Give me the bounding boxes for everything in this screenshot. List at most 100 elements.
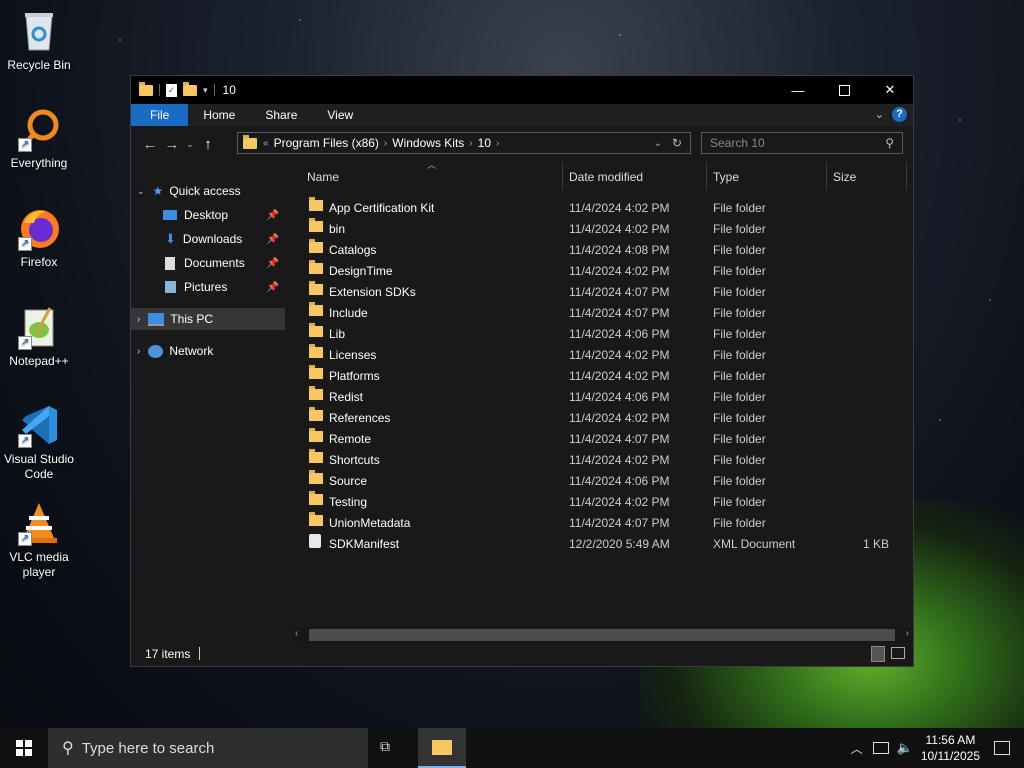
expand-ribbon-icon[interactable]: ⌄ — [875, 108, 884, 121]
column-size[interactable]: Size — [827, 162, 907, 190]
sidebar-item-this-pc[interactable]: › This PC — [131, 308, 285, 330]
minimize-button[interactable]: — — [775, 76, 821, 104]
taskbar-file-explorer[interactable] — [418, 728, 466, 768]
table-row[interactable]: Catalogs 11/4/2024 4:08 PM File folder — [303, 239, 903, 260]
taskbar-search-box[interactable]: ⚲ Type here to search — [48, 728, 368, 768]
desktop-icon-notepadpp[interactable]: ↗ Notepad++ — [2, 304, 76, 369]
address-bar[interactable]: « Program Files (x86) › Windows Kits › 1… — [237, 132, 691, 154]
table-row[interactable]: References 11/4/2024 4:02 PM File folder — [303, 407, 903, 428]
up-icon[interactable]: ↑ — [197, 136, 219, 153]
file-date: 11/4/2024 4:06 PM — [569, 390, 670, 404]
chevron-right-icon[interactable]: › — [496, 138, 499, 149]
table-row[interactable]: SDKManifest 12/2/2020 5:49 AM XML Document… — [303, 533, 903, 554]
desktop-icon-recycle-bin[interactable]: Recycle Bin — [2, 8, 76, 73]
refresh-icon[interactable]: ↻ — [672, 136, 682, 150]
table-row[interactable]: Licenses 11/4/2024 4:02 PM File folder — [303, 344, 903, 365]
file-name: Licenses — [329, 348, 377, 362]
column-name[interactable]: Name — [301, 162, 563, 190]
scroll-left-icon[interactable]: ‹ — [295, 628, 298, 639]
sidebar-item-label: Downloads — [182, 232, 243, 246]
breadcrumb-10[interactable]: 10 — [478, 136, 491, 150]
forward-icon[interactable]: → — [161, 136, 183, 153]
scroll-right-icon[interactable]: › — [906, 628, 909, 639]
file-date: 11/4/2024 4:02 PM — [569, 201, 670, 215]
system-tray: ︿ 🔈 11:56 AM 10/11/2025 — [851, 728, 1024, 768]
chevron-right-icon[interactable]: › — [137, 346, 140, 357]
sidebar-item-downloads[interactable]: ⬇ Downloads 📌 — [131, 228, 285, 250]
sidebar-item-pictures[interactable]: Pictures 📌 — [131, 276, 285, 298]
desktop-icon-firefox[interactable]: ↗ Firefox — [2, 205, 76, 270]
task-view-icon[interactable]: ⧉ — [380, 738, 402, 758]
back-icon[interactable]: ← — [139, 136, 161, 153]
notifications-icon[interactable] — [994, 741, 1010, 755]
breadcrumb-program-files[interactable]: Program Files (x86) — [274, 136, 379, 150]
table-row[interactable]: Include 11/4/2024 4:07 PM File folder — [303, 302, 903, 323]
table-row[interactable]: Remote 11/4/2024 4:07 PM File folder — [303, 428, 903, 449]
desktop-icon-everything[interactable]: ↗ Everything — [2, 106, 76, 171]
network-icon — [148, 344, 164, 358]
table-row[interactable]: Redist 11/4/2024 4:06 PM File folder — [303, 386, 903, 407]
clock[interactable]: 11:56 AM 10/11/2025 — [921, 732, 980, 764]
scrollbar-thumb[interactable] — [309, 629, 895, 641]
file-name: Catalogs — [329, 243, 377, 257]
table-row[interactable]: Extension SDKs 11/4/2024 4:07 PM File fold… — [303, 281, 903, 302]
file-type: File folder — [713, 348, 766, 362]
details-view-icon[interactable] — [871, 646, 885, 662]
network-status-icon[interactable] — [872, 742, 889, 754]
column-type[interactable]: Type — [707, 162, 827, 190]
table-row[interactable]: bin 11/4/2024 4:02 PM File folder — [303, 218, 903, 239]
chevron-down-icon[interactable]: ⌄ — [137, 186, 145, 197]
file-date: 11/4/2024 4:07 PM — [569, 516, 670, 530]
column-date-modified[interactable]: Date modified — [563, 162, 707, 190]
properties-icon[interactable]: ✓ — [166, 83, 177, 97]
pin-icon[interactable]: 📌 — [267, 210, 279, 221]
table-row[interactable]: Lib 11/4/2024 4:06 PM File folder — [303, 323, 903, 344]
tab-view[interactable]: View — [312, 104, 368, 126]
chevron-right-icon[interactable]: › — [137, 314, 140, 325]
file-list: ︿ Name Date modified Type Size App Certi… — [291, 160, 913, 642]
search-box[interactable]: Search 10 ⚲ — [701, 132, 903, 154]
file-type: File folder — [713, 201, 766, 215]
help-icon[interactable]: ? — [892, 107, 907, 122]
maximize-button[interactable] — [821, 76, 867, 104]
table-row[interactable]: App Certification Kit 11/4/2024 4:02 PM Fi… — [303, 197, 903, 218]
new-folder-icon[interactable] — [183, 81, 197, 96]
shortcut-arrow-icon: ↗ — [18, 138, 32, 152]
customize-toolbar-icon[interactable]: ▾ — [203, 85, 208, 96]
sidebar-item-network[interactable]: › Network — [131, 340, 285, 362]
table-row[interactable]: Testing 11/4/2024 4:02 PM File folder — [303, 491, 903, 512]
chevron-right-icon[interactable]: › — [384, 138, 387, 149]
tab-file[interactable]: File — [131, 104, 189, 126]
pin-icon[interactable]: 📌 — [267, 258, 279, 269]
volume-muted-icon[interactable]: 🔈 — [897, 740, 913, 756]
show-hidden-icons-icon[interactable]: ︿ — [851, 740, 863, 757]
table-row[interactable]: Shortcuts 11/4/2024 4:02 PM File folder — [303, 449, 903, 470]
file-date: 11/4/2024 4:02 PM — [569, 369, 670, 383]
file-type: File folder — [713, 516, 766, 530]
table-row[interactable]: Platforms 11/4/2024 4:02 PM File folder — [303, 365, 903, 386]
table-row[interactable]: DesignTime 11/4/2024 4:02 PM File folder — [303, 260, 903, 281]
desktop-icon-vlc[interactable]: ↗ VLC media player — [2, 500, 76, 580]
windows-start-icon[interactable] — [16, 740, 32, 756]
chevron-right-icon[interactable]: › — [469, 138, 472, 149]
address-overflow[interactable]: « — [263, 138, 269, 149]
pin-icon[interactable]: 📌 — [267, 282, 279, 293]
table-row[interactable]: Source 11/4/2024 4:06 PM File folder — [303, 470, 903, 491]
close-button[interactable]: ✕ — [867, 76, 913, 104]
breadcrumb-windows-kits[interactable]: Windows Kits — [392, 136, 464, 150]
address-dropdown-icon[interactable]: ⌄ — [654, 138, 662, 149]
large-icons-view-icon[interactable] — [891, 647, 905, 659]
sidebar-item-desktop[interactable]: Desktop 📌 — [131, 204, 285, 226]
recent-locations-icon[interactable]: ⌄ — [183, 139, 197, 150]
sidebar-item-documents[interactable]: Documents 📌 — [131, 252, 285, 274]
horizontal-scrollbar[interactable]: ‹ › — [291, 627, 913, 643]
pin-icon[interactable]: 📌 — [267, 234, 279, 245]
sidebar-item-quick-access[interactable]: ⌄ ★ Quick access — [131, 180, 285, 202]
vlc-icon: ↗ — [16, 500, 62, 546]
table-row[interactable]: UnionMetadata 11/4/2024 4:07 PM File folde… — [303, 512, 903, 533]
file-explorer-window: ✓ ▾ 10 — ✕ File Home Share View ⌄ ? ← → … — [130, 75, 914, 667]
file-type: XML Document — [713, 537, 796, 551]
desktop-icon-vscode[interactable]: ↗ Visual Studio Code — [2, 402, 76, 482]
tab-share[interactable]: Share — [250, 104, 312, 126]
tab-home[interactable]: Home — [188, 104, 250, 126]
